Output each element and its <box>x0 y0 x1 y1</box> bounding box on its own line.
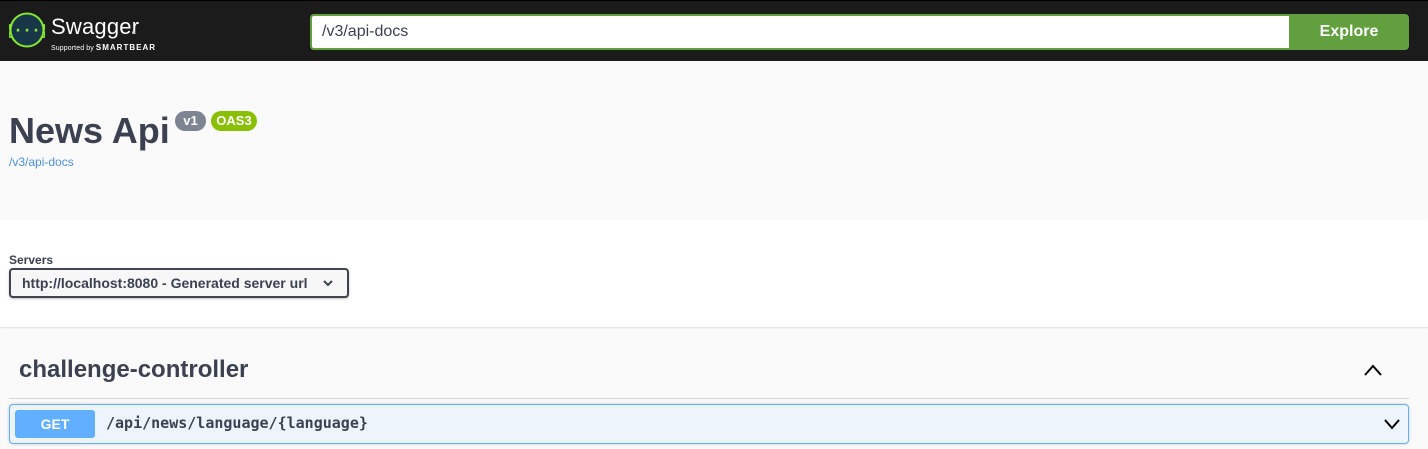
topbar: {···} Swagger Supported by SMARTBEAR Exp… <box>0 0 1428 61</box>
brand-subtitle: Supported by SMARTBEAR <box>51 43 156 52</box>
chevron-down-icon[interactable] <box>1383 418 1401 430</box>
http-method-badge: GET <box>15 410 95 438</box>
brand-name: Swagger <box>51 14 140 39</box>
chevron-down-icon <box>323 280 333 287</box>
explore-button[interactable]: Explore <box>1289 14 1409 50</box>
trademark-mark <box>132 31 135 34</box>
svg-text:{···}: {···} <box>9 22 45 40</box>
brand-sub-prefix: Supported by <box>51 45 94 52</box>
server-select[interactable]: http://localhost:8080 - Generated server… <box>9 268 349 298</box>
version-badge: v1 <box>175 111 206 131</box>
operations-section: challenge-controller GET /api/news/langu… <box>0 329 1428 449</box>
tag-name: challenge-controller <box>19 356 249 383</box>
chevron-up-icon[interactable] <box>1363 363 1383 377</box>
spec-url-input[interactable] <box>310 14 1289 50</box>
brand-sub-company: SMARTBEAR <box>95 43 156 52</box>
swagger-logo-icon[interactable]: {···} <box>9 12 45 48</box>
info-section: News Api v1 OAS3 /v3/api-docs <box>0 61 1428 220</box>
oas-badge: OAS3 <box>211 111 257 131</box>
operation-path: /api/news/language/{language} <box>106 414 368 432</box>
api-title: News Api <box>9 110 170 151</box>
tag-header[interactable]: challenge-controller <box>9 352 1409 399</box>
spec-link[interactable]: /v3/api-docs <box>9 155 74 169</box>
servers-label: Servers <box>9 253 54 267</box>
servers-section: Servers http://localhost:8080 - Generate… <box>0 220 1428 328</box>
server-select-value: http://localhost:8080 - Generated server… <box>22 275 308 291</box>
operation-get[interactable]: GET /api/news/language/{language} <box>9 404 1409 444</box>
